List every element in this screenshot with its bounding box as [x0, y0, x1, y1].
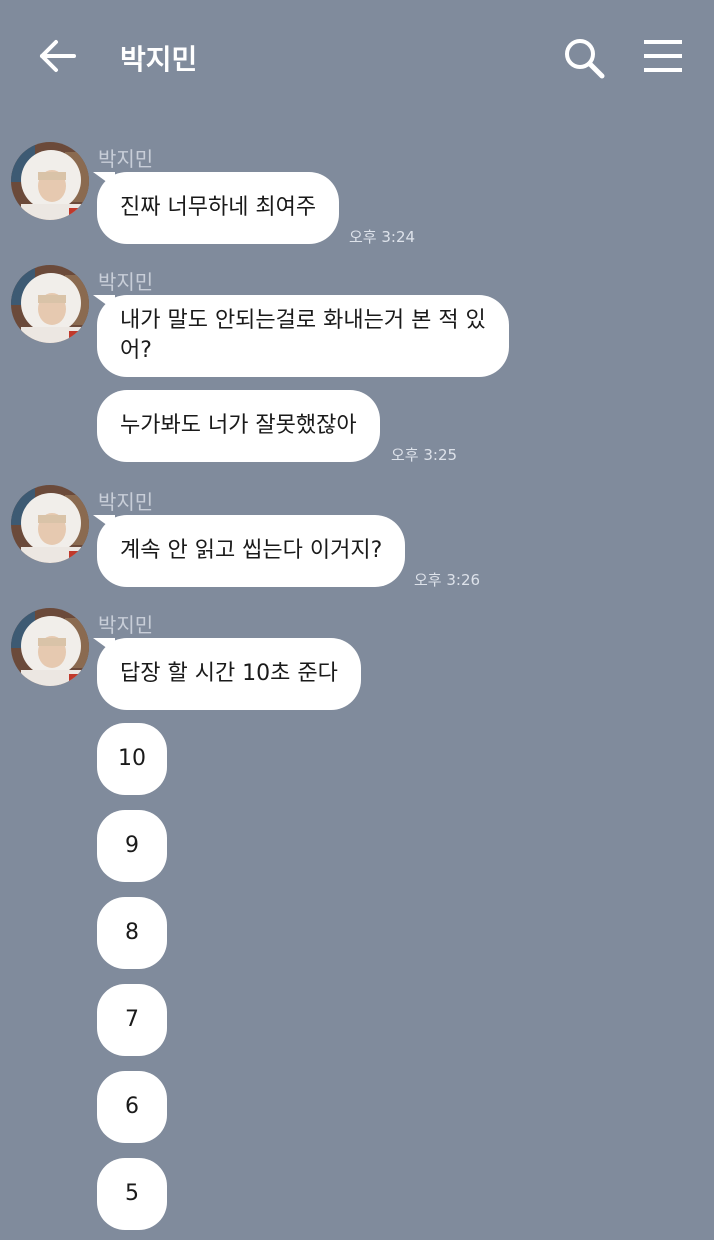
message-bubble[interactable]: 6 — [97, 1071, 167, 1143]
avatar[interactable] — [11, 142, 89, 220]
profile-photo-icon — [11, 142, 89, 220]
chat-title: 박지민 — [120, 43, 198, 76]
sender-name: 박지민 — [98, 147, 154, 171]
menu-button[interactable] — [642, 36, 686, 76]
message-text: 5 — [125, 1181, 139, 1206]
message-text: 10 — [118, 746, 146, 771]
message-bubble[interactable]: 5 — [97, 1158, 167, 1230]
chat-header: 박지민 — [0, 0, 714, 112]
message-bubble[interactable]: 7 — [97, 984, 167, 1056]
message-bubble[interactable]: 계속 안 읽고 씹는다 이거지? — [92, 515, 406, 587]
message-bubble[interactable]: 10 — [97, 723, 167, 795]
message-text: 7 — [125, 1007, 139, 1032]
search-button[interactable] — [562, 36, 606, 80]
message-text: 누가봐도 너가 잘못했잖아 — [120, 413, 357, 438]
message-text: 8 — [125, 920, 139, 945]
profile-photo-icon — [11, 485, 89, 563]
profile-photo-icon — [11, 608, 89, 686]
avatar[interactable] — [11, 265, 89, 343]
message-bubble[interactable]: 답장 할 시간 10초 준다 — [93, 638, 361, 710]
message-text: 6 — [125, 1094, 139, 1119]
message-bubble[interactable]: 9 — [97, 810, 167, 882]
profile-photo-icon — [11, 265, 89, 343]
sender-name: 박지민 — [98, 270, 154, 294]
message-bubble[interactable]: 진짜 너무하네 최여주 — [92, 172, 340, 244]
message-text: 계속 안 읽고 씹는다 이거지? — [120, 538, 383, 563]
message-text: 진짜 너무하네 최여주 — [120, 195, 317, 220]
message-text: 답장 할 시간 10초 준다 — [120, 661, 338, 686]
message-bubble[interactable]: 8 — [97, 897, 167, 969]
sender-name: 박지민 — [98, 613, 154, 637]
message-text: 내가 말도 안되는걸로 화내는거 본 적 있어? — [120, 308, 486, 363]
message-time: 오후 3:25 — [391, 446, 458, 464]
message-bubble[interactable]: 누가봐도 너가 잘못했잖아 — [97, 390, 380, 462]
hamburger-menu-icon — [644, 40, 682, 72]
message-time: 오후 3:26 — [414, 571, 481, 589]
sender-name: 박지민 — [98, 490, 154, 514]
message-text: 9 — [125, 833, 139, 858]
message-bubble[interactable]: 내가 말도 안되는걸로 화내는거 본 적 있어? — [93, 295, 509, 377]
search-icon — [565, 39, 605, 79]
arrow-left-icon — [40, 40, 76, 72]
avatar[interactable] — [11, 485, 89, 563]
avatar[interactable] — [11, 608, 89, 686]
back-button[interactable] — [36, 34, 80, 78]
message-time: 오후 3:24 — [349, 228, 416, 246]
